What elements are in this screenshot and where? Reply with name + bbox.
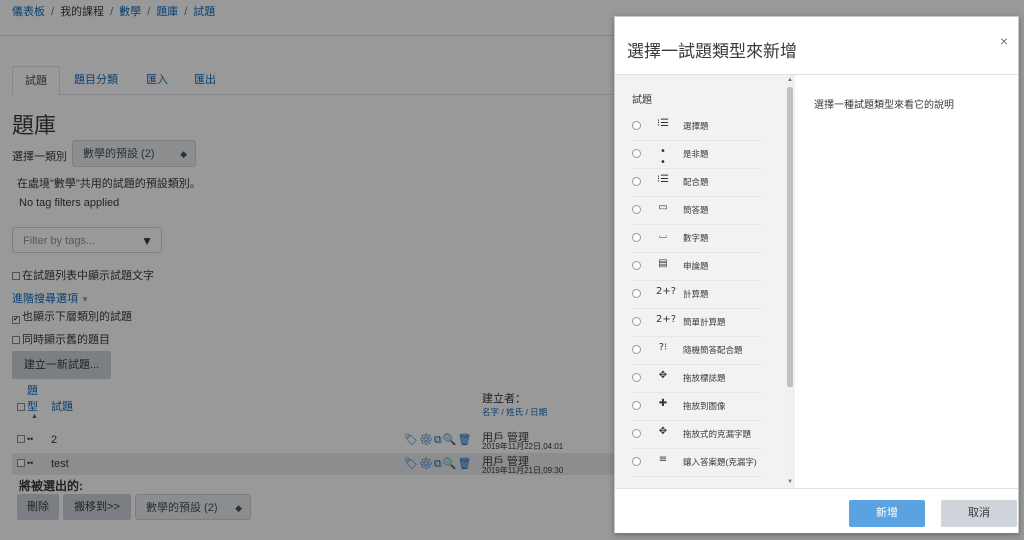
question-type-option[interactable]: ⌴ 數字題 [632, 225, 762, 253]
numeric-icon: ⌴ [659, 230, 667, 241]
scroll-up-icon[interactable]: ▲ [787, 77, 793, 83]
option-label: 簡單計算題 [683, 317, 726, 327]
question-type-option[interactable]: 2+? 簡單計算題 [632, 309, 762, 337]
matching-icon: ⁝☰ [656, 174, 670, 185]
question-type-option[interactable]: • • 是非題 [632, 141, 762, 169]
option-label: 數字題 [683, 233, 709, 243]
option-radio[interactable] [632, 261, 641, 270]
option-label: 拖放到圖像 [683, 401, 726, 411]
close-icon[interactable]: × [1000, 33, 1008, 49]
option-label: 拖放式的克漏字題 [683, 429, 752, 439]
option-label: 隨機簡答配合題 [683, 345, 743, 355]
option-label: 選擇題 [683, 121, 709, 131]
question-type-option[interactable]: ✥ 拖放標誌題 [632, 365, 762, 393]
options-scrollbar[interactable]: ▲ ▼ [785, 75, 795, 488]
question-type-option[interactable]: ✥ 拖放式的克漏字題 [632, 421, 762, 449]
essay-icon: ▤ [658, 258, 668, 269]
question-type-option[interactable]: ⁝☰ 選擇題 [632, 113, 762, 141]
drag-image-icon: ✚ [658, 398, 668, 409]
option-radio[interactable] [632, 401, 641, 410]
textbox-icon: ▭ [658, 202, 668, 213]
scrollbar-thumb[interactable] [787, 87, 793, 387]
option-radio[interactable] [632, 205, 641, 214]
option-radio[interactable] [632, 233, 641, 242]
question-type-option[interactable]: 2+? 計算題 [632, 281, 762, 309]
option-label: 申論題 [683, 261, 709, 271]
question-type-chooser: 選擇一試題類型來新增 × ▲ ▼ 試題 ⁝☰ 選擇題 • • 是非題 ⁝☰ 配合題 ▭ 簡答題… [614, 16, 1019, 533]
option-radio[interactable] [632, 429, 641, 438]
option-radio[interactable] [632, 373, 641, 382]
option-label: 簡答題 [683, 205, 709, 215]
option-label: 配合題 [683, 177, 709, 187]
option-radio[interactable] [632, 457, 641, 466]
question-type-option[interactable]: ▤ 申論題 [632, 253, 762, 281]
simple-calc-icon: 2+? [656, 314, 677, 325]
cancel-button[interactable]: 取消 [941, 500, 1017, 527]
option-radio[interactable] [632, 121, 641, 130]
cloze-icon: ≡ [658, 454, 668, 465]
option-radio[interactable] [632, 317, 641, 326]
option-radio[interactable] [632, 149, 641, 158]
question-type-option[interactable]: ✚ 拖放到圖像 [632, 393, 762, 421]
question-type-option[interactable]: ?⁝ 隨機簡答配合題 [632, 337, 762, 365]
option-radio[interactable] [632, 177, 641, 186]
type-description: 選擇一種試題類型來看它的說明 [814, 100, 954, 111]
drag-marker-icon: ✥ [658, 370, 668, 381]
random-match-icon: ?⁝ [658, 342, 668, 353]
option-radio[interactable] [632, 289, 641, 298]
option-label: 鑲入答案題(克漏字) [683, 457, 757, 467]
option-label: 是非題 [683, 149, 709, 159]
option-radio[interactable] [632, 345, 641, 354]
option-label: 計算題 [683, 289, 709, 299]
modal-title: 選擇一試題類型來新增 [627, 42, 797, 61]
modal-footer: 新增 取消 [615, 488, 1018, 533]
add-button[interactable]: 新增 [849, 500, 925, 527]
drag-text-icon: ✥ [658, 426, 668, 437]
question-type-option[interactable]: ▭ 簡答題 [632, 197, 762, 225]
list-icon: ⁝☰ [656, 118, 670, 129]
question-type-option[interactable]: ⁝☰ 配合題 [632, 169, 762, 197]
question-type-option[interactable]: ≡ 鑲入答案題(克漏字) [632, 449, 762, 477]
scroll-down-icon[interactable]: ▼ [787, 479, 793, 485]
option-label: 拖放標誌題 [683, 373, 726, 383]
dots-icon: • • [660, 146, 666, 168]
calculated-icon: 2+? [656, 286, 677, 297]
options-section-title: 試題 [632, 95, 652, 106]
